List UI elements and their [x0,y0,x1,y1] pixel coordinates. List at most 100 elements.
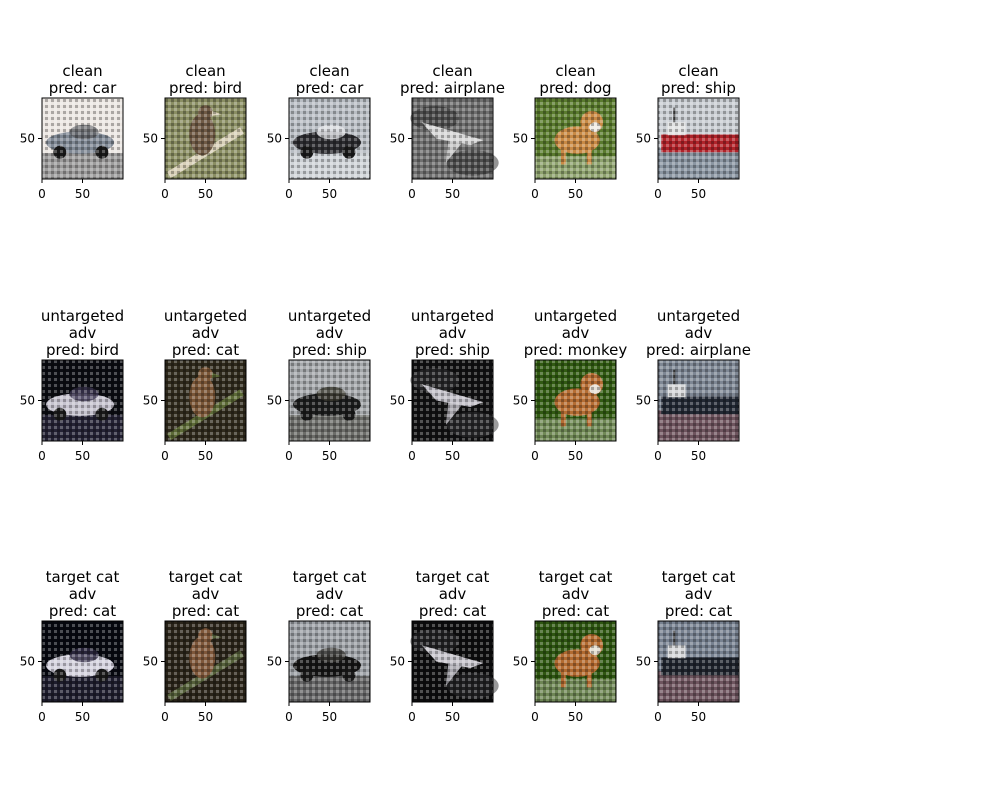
panel-title: pred: ship [292,341,367,359]
image-panel: target catadv pred: cat 0 50 50 [267,568,371,724]
y-tick-label: 50 [143,394,158,408]
panel-title: untargeted [41,307,124,325]
x-tick-label: 0 [408,187,416,201]
panel-title: pred: cat [49,602,116,620]
panel-title: adv [316,585,344,603]
image-panel: clean pred: dog 0 50 50 [513,62,617,201]
x-tick-label: 0 [654,710,662,724]
x-tick-label: 50 [75,449,90,463]
panel-title: clean [185,62,225,80]
y-tick-label: 50 [636,394,651,408]
image-texture [165,360,246,441]
panel-title: untargeted [657,307,740,325]
panel-title: pred: bird [46,341,119,359]
image-panel: target catadv pred: cat 0 50 50 [636,568,740,724]
panel-title: target cat [539,568,613,586]
y-tick-label: 50 [636,132,651,146]
panel-title: clean [309,62,349,80]
image-texture [165,621,246,702]
panel-title: clean [678,62,718,80]
panel-title: target cat [662,568,736,586]
image-panel: untargetedadvpred: airplane 0 50 50 [636,307,751,463]
x-tick-label: 50 [322,710,337,724]
x-tick-label: 50 [568,449,583,463]
panel-title: pred: cat [542,602,609,620]
panel-title: pred: monkey [524,341,628,359]
panel-title: adv [562,324,590,342]
panel-title: target cat [416,568,490,586]
image-panel: target catadv pred: cat 0 50 50 [143,568,247,724]
image-panel: untargetedadv pred: cat 0 50 50 [143,307,247,463]
image-texture [42,98,123,179]
y-tick-label: 50 [20,394,35,408]
panel-title: clean [432,62,472,80]
panel-title: adv [192,324,220,342]
image-texture [289,98,370,179]
image-texture [658,360,739,441]
x-tick-label: 0 [531,710,539,724]
x-tick-label: 50 [445,187,460,201]
image-panel: target catadv pred: cat 0 50 50 [513,568,617,724]
panel-title: adv [192,585,220,603]
image-texture [535,360,616,441]
panel-title: adv [69,324,97,342]
y-tick-label: 50 [513,394,528,408]
image-texture [535,98,616,179]
y-tick-label: 50 [267,394,282,408]
image-panel: clean pred: car 0 50 50 [267,62,371,201]
x-tick-label: 0 [285,187,293,201]
panel-title: pred: bird [169,79,242,97]
image-texture [42,621,123,702]
x-tick-label: 0 [408,710,416,724]
x-tick-label: 50 [568,187,583,201]
x-tick-label: 50 [75,710,90,724]
image-texture [289,621,370,702]
figure-canvas: clean pred: car 0 50 50 clean pred: bird 0 50 5… [20,62,751,724]
x-tick-label: 0 [654,449,662,463]
x-tick-label: 0 [285,710,293,724]
x-tick-label: 0 [408,449,416,463]
x-tick-label: 0 [531,449,539,463]
x-tick-label: 50 [691,710,706,724]
x-tick-label: 50 [568,710,583,724]
panel-title: untargeted [164,307,247,325]
panel-title: untargeted [411,307,494,325]
y-tick-label: 50 [267,655,282,669]
image-panel: clean pred: bird 0 50 50 [143,62,247,201]
x-tick-label: 0 [38,449,46,463]
panel-title: pred: car [296,79,364,97]
panel-title: pred: dog [539,79,611,97]
y-tick-label: 50 [143,655,158,669]
panel-title: adv [562,585,590,603]
panel-title: pred: cat [665,602,732,620]
panel-title: target cat [293,568,367,586]
image-panel: untargetedadv pred: bird 0 50 50 [20,307,124,463]
panel-title: pred: cat [296,602,363,620]
panel-title: adv [69,585,97,603]
image-panel: clean pred: car 0 50 50 [20,62,124,201]
image-texture [658,621,739,702]
y-tick-label: 50 [390,394,405,408]
x-tick-label: 50 [445,449,460,463]
panel-title: target cat [169,568,243,586]
x-tick-label: 0 [285,449,293,463]
y-tick-label: 50 [390,655,405,669]
image-texture [412,621,493,702]
y-tick-label: 50 [267,132,282,146]
image-texture [535,621,616,702]
y-tick-label: 50 [636,655,651,669]
panel-title: adv [316,324,344,342]
image-panel: target catadv pred: cat 0 50 50 [20,568,124,724]
y-tick-label: 50 [513,132,528,146]
x-tick-label: 0 [531,187,539,201]
panel-title: untargeted [534,307,617,325]
panel-title: clean [62,62,102,80]
x-tick-label: 50 [75,187,90,201]
x-tick-label: 50 [445,710,460,724]
image-panel: clean pred: airplane 0 50 50 [390,62,505,201]
panel-title: target cat [46,568,120,586]
image-texture [42,360,123,441]
panel-title: pred: airplane [646,341,751,359]
y-tick-label: 50 [20,655,35,669]
panel-title: pred: airplane [400,79,505,97]
